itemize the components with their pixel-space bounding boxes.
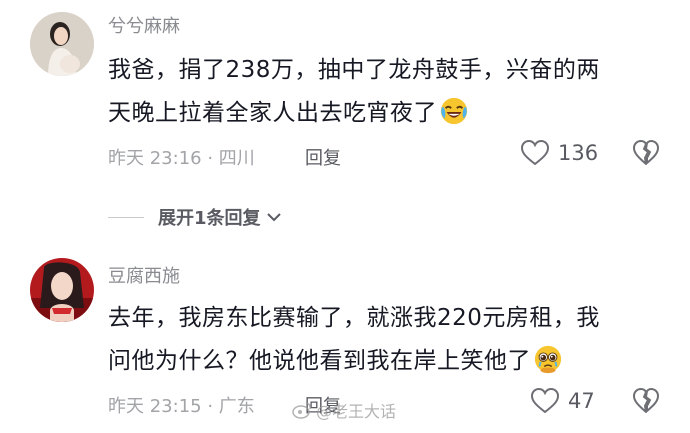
comment-text: 去年，我房东比赛输了，就涨我220元房租，我 问他为什么？他说他看到我在岸上笑他… [108, 297, 668, 383]
watermark-text: @老王大话 [316, 402, 397, 421]
dislike-button[interactable] [632, 387, 660, 419]
laughing-crying-emoji-icon [440, 97, 468, 125]
like-button[interactable]: 136 [520, 139, 598, 167]
avatar-image [30, 12, 94, 76]
like-count: 47 [568, 389, 595, 413]
expand-replies-label: 展开1条回复 [158, 208, 261, 229]
watermark: @老王大话 [292, 398, 396, 422]
avatar[interactable] [30, 12, 94, 76]
username[interactable]: 兮兮麻麻 [108, 12, 180, 38]
reply-button[interactable]: 回复 [305, 144, 341, 170]
divider [108, 216, 144, 218]
comment-text: 我爸，捐了238万，抽中了龙舟鼓手，兴奋的两 天晚上拉着全家人出去吃宵夜了 [108, 49, 668, 135]
username[interactable]: 豆腐西施 [108, 262, 180, 288]
comment-text-line: 问他为什么？他说他看到我在岸上笑他了 [108, 340, 668, 383]
weibo-logo-icon [292, 402, 311, 419]
dislike-button[interactable] [632, 139, 660, 171]
broken-heart-icon [633, 388, 659, 413]
comment-time-location: 昨天 23:15 · 广东 [108, 396, 255, 417]
avatar[interactable] [30, 258, 94, 322]
expand-replies-button[interactable]: 展开1条回复 [108, 204, 281, 230]
broken-heart-icon [633, 140, 659, 165]
like-count: 136 [558, 141, 599, 165]
avatar-image [30, 258, 94, 322]
pleading-face-emoji-icon [534, 345, 562, 374]
comment-text-line: 我爸，捐了238万，抽中了龙舟鼓手，兴奋的两 [108, 57, 600, 83]
comment-text-line: 天晚上拉着全家人出去吃宵夜了 [108, 92, 668, 135]
heart-icon [520, 139, 550, 166]
comment-time-location: 昨天 23:16 · 四川 [108, 148, 255, 169]
like-button[interactable]: 47 [530, 387, 595, 415]
chevron-down-icon [266, 213, 281, 222]
heart-icon [530, 387, 560, 414]
comment-text-line: 去年，我房东比赛输了，就涨我220元房租，我 [108, 305, 600, 331]
